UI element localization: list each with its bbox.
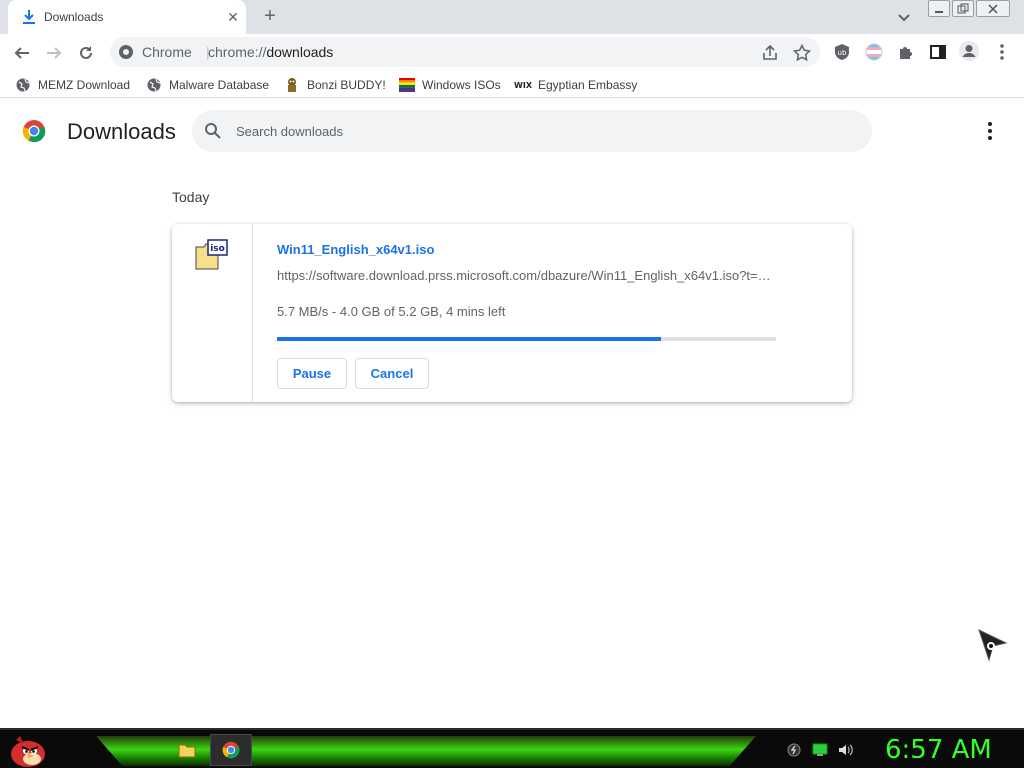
share-icon[interactable]	[760, 43, 780, 63]
tray-app-icon[interactable]	[786, 742, 802, 758]
date-heading: Today	[172, 189, 210, 205]
bookmark-label: Bonzi BUDDY!	[307, 78, 386, 92]
site-chip: Chrome	[142, 44, 192, 60]
wix-icon: WIX	[514, 77, 532, 93]
downloads-page: Downloads Today iso Win11_English_x64v1.…	[0, 99, 1024, 728]
bookmarks-bar: MEMZ Download Malware Database Bonzi BUD…	[0, 72, 1024, 98]
iso-label: iso	[210, 244, 225, 254]
network-icon[interactable]	[812, 742, 828, 758]
extensions-puzzle-icon[interactable]	[895, 41, 917, 63]
ublock-icon[interactable]: ub	[831, 41, 853, 63]
wix-logo-text: WIX	[514, 80, 532, 90]
url-text: chrome://downloads	[208, 44, 333, 60]
angry-bird-start-icon[interactable]	[6, 732, 48, 768]
chrome-icon	[222, 741, 240, 759]
download-item: iso Win11_English_x64v1.iso https://soft…	[172, 224, 852, 402]
close-icon	[988, 3, 998, 14]
side-panel-icon[interactable]	[927, 41, 949, 63]
bookmark-memz-download[interactable]: MEMZ Download	[15, 76, 130, 94]
toolbar: Chrome | chrome://downloads ub	[0, 34, 1024, 72]
chrome-site-icon	[119, 45, 133, 59]
tab-strip: Downloads ✕ +	[0, 0, 1024, 34]
reload-icon	[80, 46, 92, 59]
reload-button[interactable]	[73, 40, 99, 66]
forward-button[interactable]	[41, 40, 67, 66]
tab-downloads[interactable]: Downloads ✕	[8, 0, 246, 34]
progress-bar	[277, 337, 776, 341]
rainbow-flag-icon	[399, 77, 415, 93]
trans-flag-extension-icon[interactable]	[863, 41, 885, 63]
pause-button[interactable]: Pause	[277, 358, 347, 389]
iso-file-icon: iso	[195, 239, 228, 270]
taskbar-clock[interactable]: 6:57 AM	[885, 735, 992, 765]
chrome-logo-icon	[22, 120, 46, 143]
tab-close-icon[interactable]: ✕	[224, 8, 242, 26]
tab-title: Downloads	[44, 10, 104, 24]
download-icon	[23, 10, 35, 24]
file-name-link[interactable]: Win11_English_x64v1.iso	[277, 242, 434, 257]
restore-icon	[957, 3, 969, 13]
close-window-button[interactable]	[976, 0, 1010, 17]
volume-icon[interactable]	[838, 742, 854, 758]
page-title: Downloads	[67, 119, 176, 144]
window-controls	[928, 0, 1010, 18]
bookmark-label: Windows ISOs	[422, 78, 501, 92]
taskbar-file-manager[interactable]	[166, 734, 208, 766]
globe-icon	[15, 77, 31, 93]
mouse-cursor-icon	[978, 629, 1008, 662]
bookmark-windows-isos[interactable]: Windows ISOs	[399, 76, 501, 94]
restore-button[interactable]	[952, 0, 974, 17]
address-bar[interactable]: Chrome | chrome://downloads	[110, 37, 820, 67]
taskbar: 6:57 AM	[0, 728, 1024, 768]
url-scheme: chrome://	[208, 44, 267, 60]
bookmark-label: Egyptian Embassy	[538, 78, 638, 92]
chrome-window: Downloads ✕ + Chrome | chrome://download…	[0, 0, 1024, 728]
svg-text:ub: ub	[838, 49, 847, 57]
new-tab-button[interactable]: +	[258, 5, 282, 29]
url-host: downloads	[266, 44, 334, 60]
folder-icon	[178, 744, 196, 758]
bookmark-star-icon[interactable]	[792, 43, 812, 63]
bookmark-egyptian-embassy[interactable]: WIX Egyptian Embassy	[514, 76, 638, 94]
file-icon-column: iso	[172, 224, 253, 402]
search-bar[interactable]	[192, 110, 872, 152]
profile-avatar-icon[interactable]	[958, 40, 980, 62]
source-url[interactable]: https://software.download.prss.microsoft…	[277, 268, 777, 283]
bookmark-label: Malware Database	[169, 78, 270, 92]
download-status: 5.7 MB/s - 4.0 GB of 5.2 GB, 4 mins left	[277, 304, 506, 319]
globe-icon	[146, 77, 162, 93]
back-button[interactable]	[9, 40, 35, 66]
bookmark-malware-database[interactable]: Malware Database	[146, 76, 269, 94]
cancel-button[interactable]: Cancel	[355, 358, 429, 389]
bonzi-icon	[284, 77, 300, 93]
minimize-icon	[935, 10, 943, 13]
search-icon	[205, 123, 221, 139]
search-input[interactable]	[236, 120, 836, 142]
progress-fill	[277, 337, 662, 341]
minimize-button[interactable]	[928, 0, 950, 17]
back-arrow-icon	[14, 47, 29, 59]
bookmark-label: MEMZ Download	[38, 78, 131, 92]
taskbar-chrome[interactable]	[210, 734, 252, 766]
chrome-menu-icon[interactable]	[991, 41, 1013, 63]
more-actions-icon[interactable]	[980, 121, 1000, 141]
forward-arrow-icon	[47, 47, 62, 59]
system-tray	[786, 738, 854, 762]
tab-search-chevron-icon[interactable]	[894, 8, 914, 26]
bookmark-bonzi-buddy[interactable]: Bonzi BUDDY!	[284, 76, 386, 94]
